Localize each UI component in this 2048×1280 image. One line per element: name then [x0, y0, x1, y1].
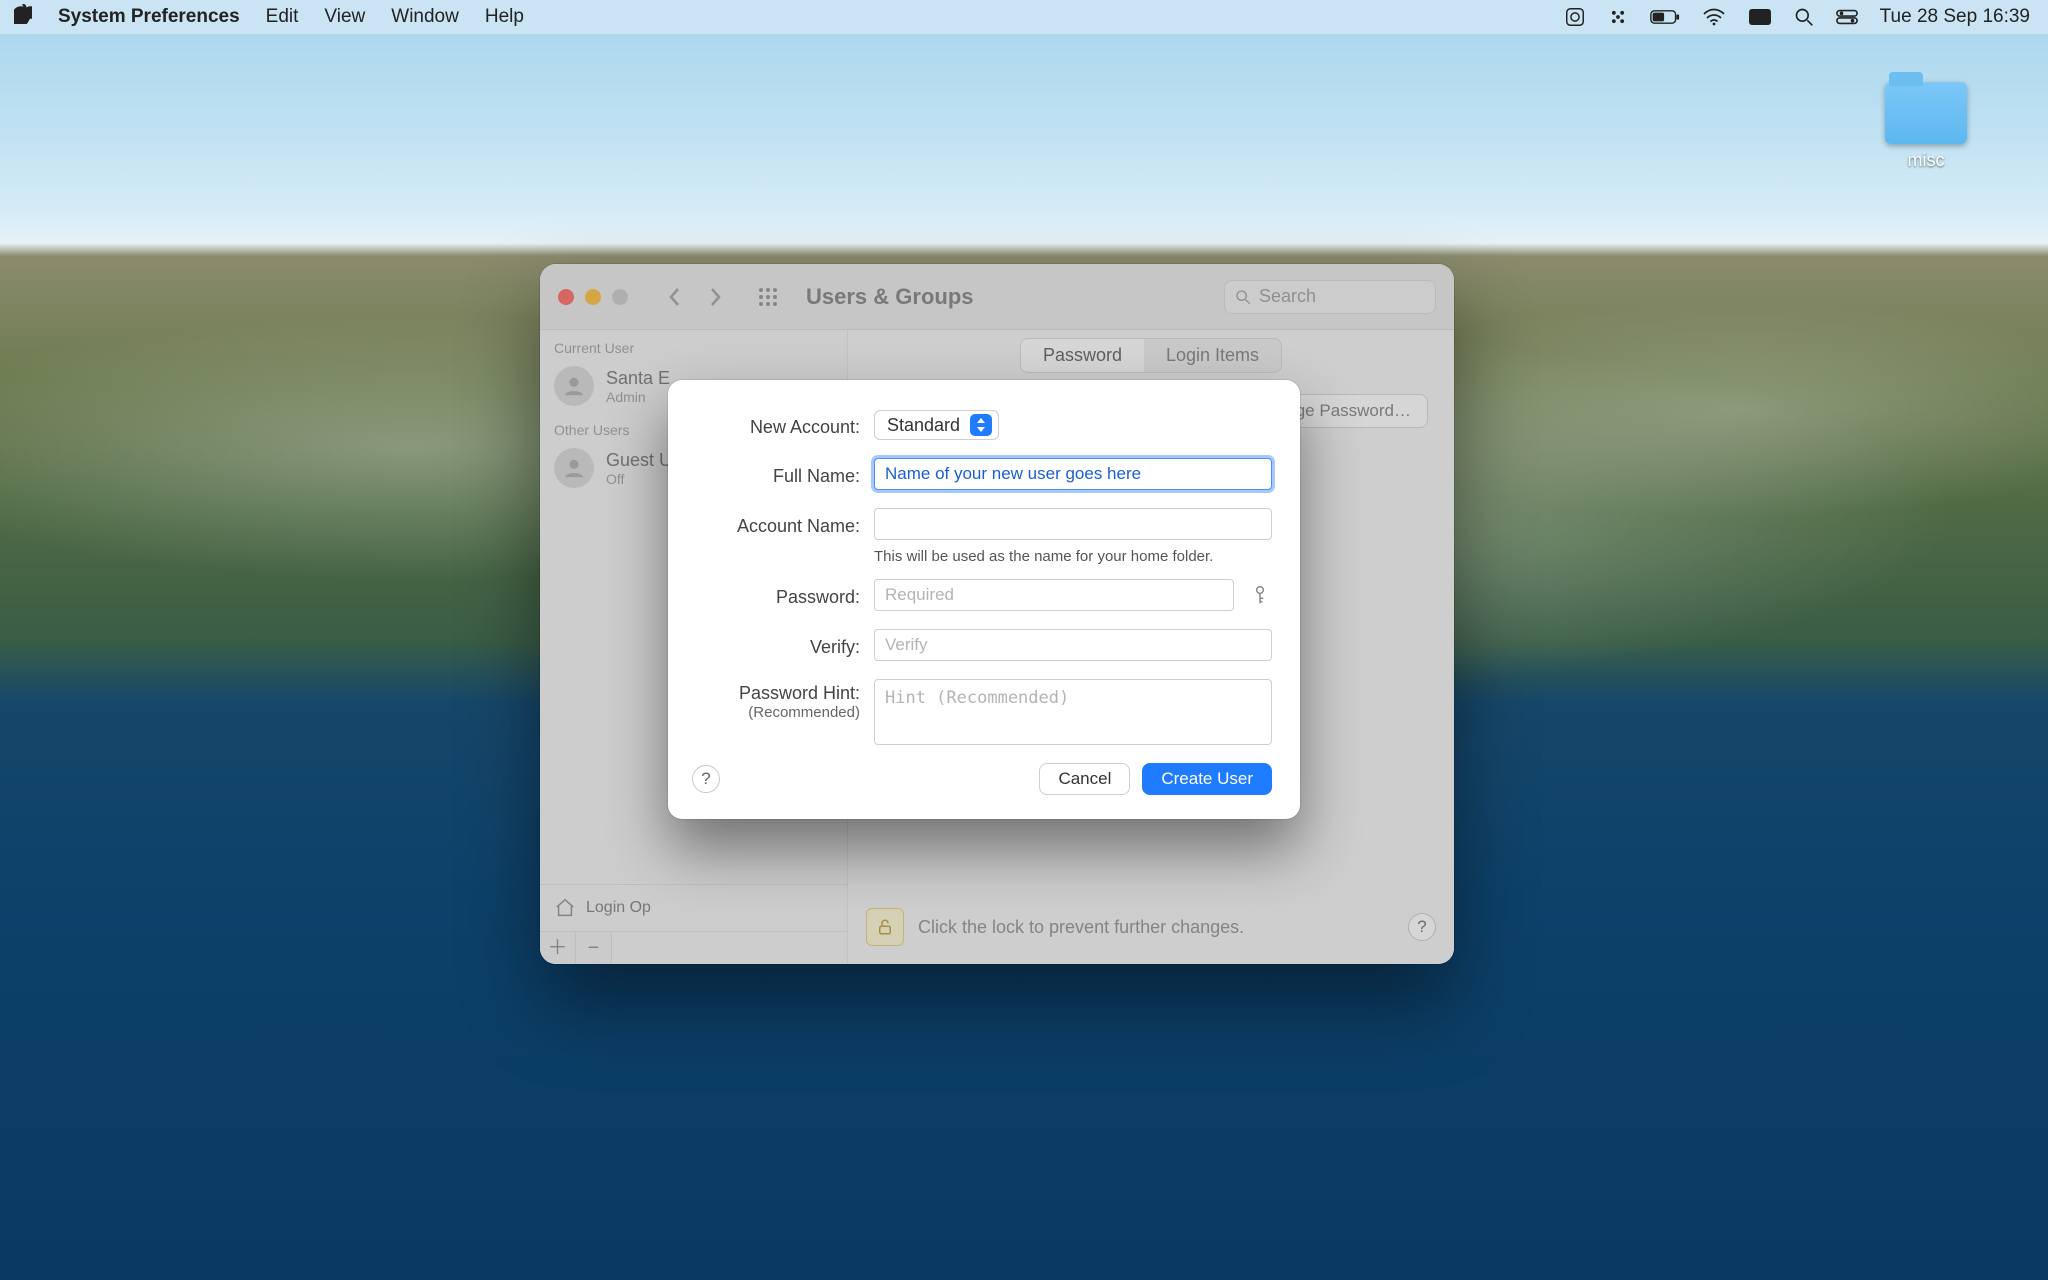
spotlight-icon[interactable]	[1794, 7, 1814, 27]
app-name[interactable]: System Preferences	[58, 6, 240, 28]
avatar	[554, 448, 594, 488]
verify-label: Verify:	[692, 633, 860, 658]
menubar-clock[interactable]: Tue 28 Sep 16:39	[1880, 6, 2030, 28]
apple-menu-icon[interactable]	[14, 4, 32, 30]
nav-back-button[interactable]	[660, 282, 690, 312]
password-assistant-icon[interactable]	[1248, 585, 1272, 605]
full-name-field[interactable]	[874, 458, 1272, 490]
users-tabbar: Password Login Items	[1020, 338, 1282, 373]
prefs-search-field[interactable]: Search	[1224, 280, 1436, 314]
password-label: Password:	[692, 583, 860, 608]
screenshot-icon[interactable]	[1564, 6, 1586, 28]
guest-user-name: Guest U	[606, 450, 672, 471]
create-user-button[interactable]: Create User	[1142, 763, 1272, 795]
nav-forward-button[interactable]	[700, 282, 730, 312]
tab-password[interactable]: Password	[1021, 339, 1144, 372]
zoom-window-button[interactable]	[612, 289, 628, 305]
menubar: System Preferences Edit View Window Help…	[0, 0, 2048, 34]
search-placeholder: Search	[1259, 286, 1316, 307]
new-user-sheet: New Account: Standard Full Name: Account…	[668, 380, 1300, 819]
new-account-label: New Account:	[692, 413, 860, 438]
lock-text: Click the lock to prevent further change…	[918, 917, 1244, 938]
folder-icon	[1885, 82, 1967, 144]
sidebar-current-user-label: Current User	[540, 330, 847, 360]
home-icon	[554, 897, 576, 919]
tab-login-items[interactable]: Login Items	[1144, 339, 1281, 372]
cancel-button[interactable]: Cancel	[1039, 763, 1130, 795]
help-button[interactable]: ?	[1408, 913, 1436, 941]
new-account-type-select[interactable]: Standard	[874, 410, 999, 440]
keyboard-layout-icon[interactable]	[1748, 8, 1772, 26]
current-user-name: Santa E	[606, 368, 670, 389]
new-account-type-value: Standard	[887, 415, 960, 436]
account-name-hint: This will be used as the name for your h…	[874, 548, 1272, 565]
remove-user-button[interactable]: −	[576, 932, 612, 964]
login-options-label: Login Op	[586, 899, 651, 917]
menu-view[interactable]: View	[324, 6, 365, 28]
wifi-icon[interactable]	[1702, 8, 1726, 26]
minimize-window-button[interactable]	[585, 289, 601, 305]
account-name-label: Account Name:	[692, 512, 860, 537]
sheet-help-button[interactable]: ?	[692, 765, 720, 793]
desktop-folder-label: misc	[1908, 150, 1945, 171]
lock-row: Click the lock to prevent further change…	[866, 908, 1436, 946]
sidebar-login-options[interactable]: Login Op	[540, 884, 847, 931]
verify-field[interactable]	[874, 629, 1272, 661]
control-center-icon[interactable]	[1836, 9, 1858, 25]
close-window-button[interactable]	[558, 289, 574, 305]
window-title: Users & Groups	[806, 284, 974, 310]
guest-user-role: Off	[606, 471, 672, 487]
desktop-folder-misc[interactable]: misc	[1876, 82, 1976, 171]
battery-icon[interactable]	[1650, 9, 1680, 25]
menu-help[interactable]: Help	[485, 6, 524, 28]
lock-icon[interactable]	[866, 908, 904, 946]
current-user-role: Admin	[606, 389, 670, 405]
avatar	[554, 366, 594, 406]
menu-window[interactable]: Window	[391, 6, 459, 28]
chevron-up-down-icon	[970, 414, 992, 436]
show-all-prefs-button[interactable]	[754, 283, 782, 311]
password-hint-field[interactable]	[874, 679, 1272, 745]
window-controls	[558, 289, 628, 305]
window-titlebar: Users & Groups Search	[540, 264, 1454, 330]
search-icon	[1235, 289, 1251, 305]
app-extra-icon[interactable]	[1608, 7, 1628, 27]
account-name-field[interactable]	[874, 508, 1272, 540]
menu-edit[interactable]: Edit	[266, 6, 299, 28]
password-field[interactable]	[874, 579, 1234, 611]
password-hint-label: Password Hint: (Recommended)	[692, 679, 860, 721]
add-user-button[interactable]: ＋	[540, 932, 576, 964]
full-name-label: Full Name:	[692, 462, 860, 487]
